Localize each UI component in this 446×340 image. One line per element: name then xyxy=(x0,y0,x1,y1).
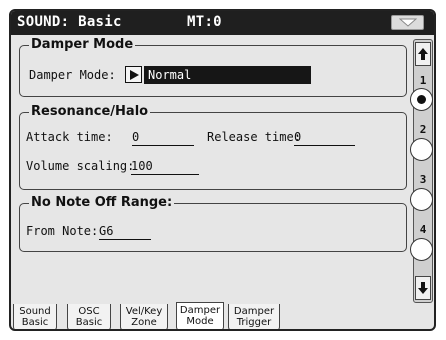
page-number-2: 2 xyxy=(419,123,427,136)
tab-label-line2: Basic xyxy=(75,317,103,328)
resonance-halo-section: Resonance/Halo Attack time: 0 Release ti… xyxy=(19,104,407,190)
mode-indicator: MT:0 xyxy=(187,14,222,30)
tab-osc-basic[interactable]: OSC Basic xyxy=(67,304,111,329)
release-time-field[interactable]: 0 xyxy=(294,130,355,146)
tab-label-line1: OSC xyxy=(78,306,100,317)
page-number-3: 3 xyxy=(419,173,427,186)
tab-damper-trigger[interactable]: Damper Trigger xyxy=(228,304,280,329)
page-2-radio[interactable] xyxy=(410,138,433,161)
tab-vel-key-zone[interactable]: Vel/Key Zone xyxy=(120,304,168,329)
volume-scaling-label: Volume scaling: xyxy=(26,159,135,173)
arrow-down-icon xyxy=(418,282,428,294)
resonance-halo-section-title: Resonance/Halo xyxy=(29,104,151,120)
tab-label-line2: Zone xyxy=(131,317,157,328)
tab-label-line1: Damper xyxy=(233,306,275,317)
damper-mode-section: Damper Mode Damper Mode: Normal xyxy=(19,37,407,97)
attack-time-field[interactable]: 0 xyxy=(132,130,194,146)
tab-label-line2: Mode xyxy=(186,316,214,327)
tab-label-line1: Vel/Key xyxy=(125,306,163,317)
scroll-down-button[interactable] xyxy=(415,276,431,300)
page-title: SOUND: Basic xyxy=(17,14,122,30)
arrow-up-icon xyxy=(418,48,428,60)
no-note-off-range-section-title: No Note Off Range: xyxy=(29,195,175,211)
damper-mode-section-title: Damper Mode xyxy=(29,37,136,53)
release-time-label: Release time: xyxy=(207,130,301,144)
scroll-up-button[interactable] xyxy=(415,42,431,66)
tab-label-line2: Trigger xyxy=(236,317,272,328)
tab-label-line1: Damper xyxy=(179,305,221,316)
page-number-4: 4 xyxy=(419,223,427,236)
page-3-radio[interactable] xyxy=(410,188,433,211)
damper-mode-dropdown-button[interactable] xyxy=(125,66,142,83)
tab-damper-mode[interactable]: Damper Mode xyxy=(176,302,224,329)
screen-frame: SOUND: Basic MT:0 Damper Mode Damper Mod… xyxy=(9,9,436,331)
from-note-label: From Note: xyxy=(26,224,99,238)
page-4-radio[interactable] xyxy=(410,238,433,261)
tab-sound-basic[interactable]: Sound Basic xyxy=(13,304,57,329)
attack-time-label: Attack time: xyxy=(26,130,113,144)
no-note-off-range-section: No Note Off Range: From Note: G6 xyxy=(19,195,407,252)
page-menu-button[interactable] xyxy=(391,15,424,30)
damper-mode-value[interactable]: Normal xyxy=(144,66,311,84)
title-bar: SOUND: Basic MT:0 xyxy=(11,11,434,35)
play-arrow-icon xyxy=(130,70,139,80)
page-scrollbar[interactable]: 1 2 3 4 xyxy=(410,39,433,303)
volume-scaling-field[interactable]: 100 xyxy=(131,159,199,175)
menu-triangle-icon xyxy=(399,18,417,27)
page-1-radio[interactable] xyxy=(410,88,433,111)
damper-mode-label: Damper Mode: xyxy=(29,68,116,82)
page-number-1: 1 xyxy=(419,74,427,87)
tab-label-line2: Basic xyxy=(21,317,49,328)
from-note-field[interactable]: G6 xyxy=(99,224,151,240)
tab-label-line1: Sound xyxy=(19,306,51,317)
